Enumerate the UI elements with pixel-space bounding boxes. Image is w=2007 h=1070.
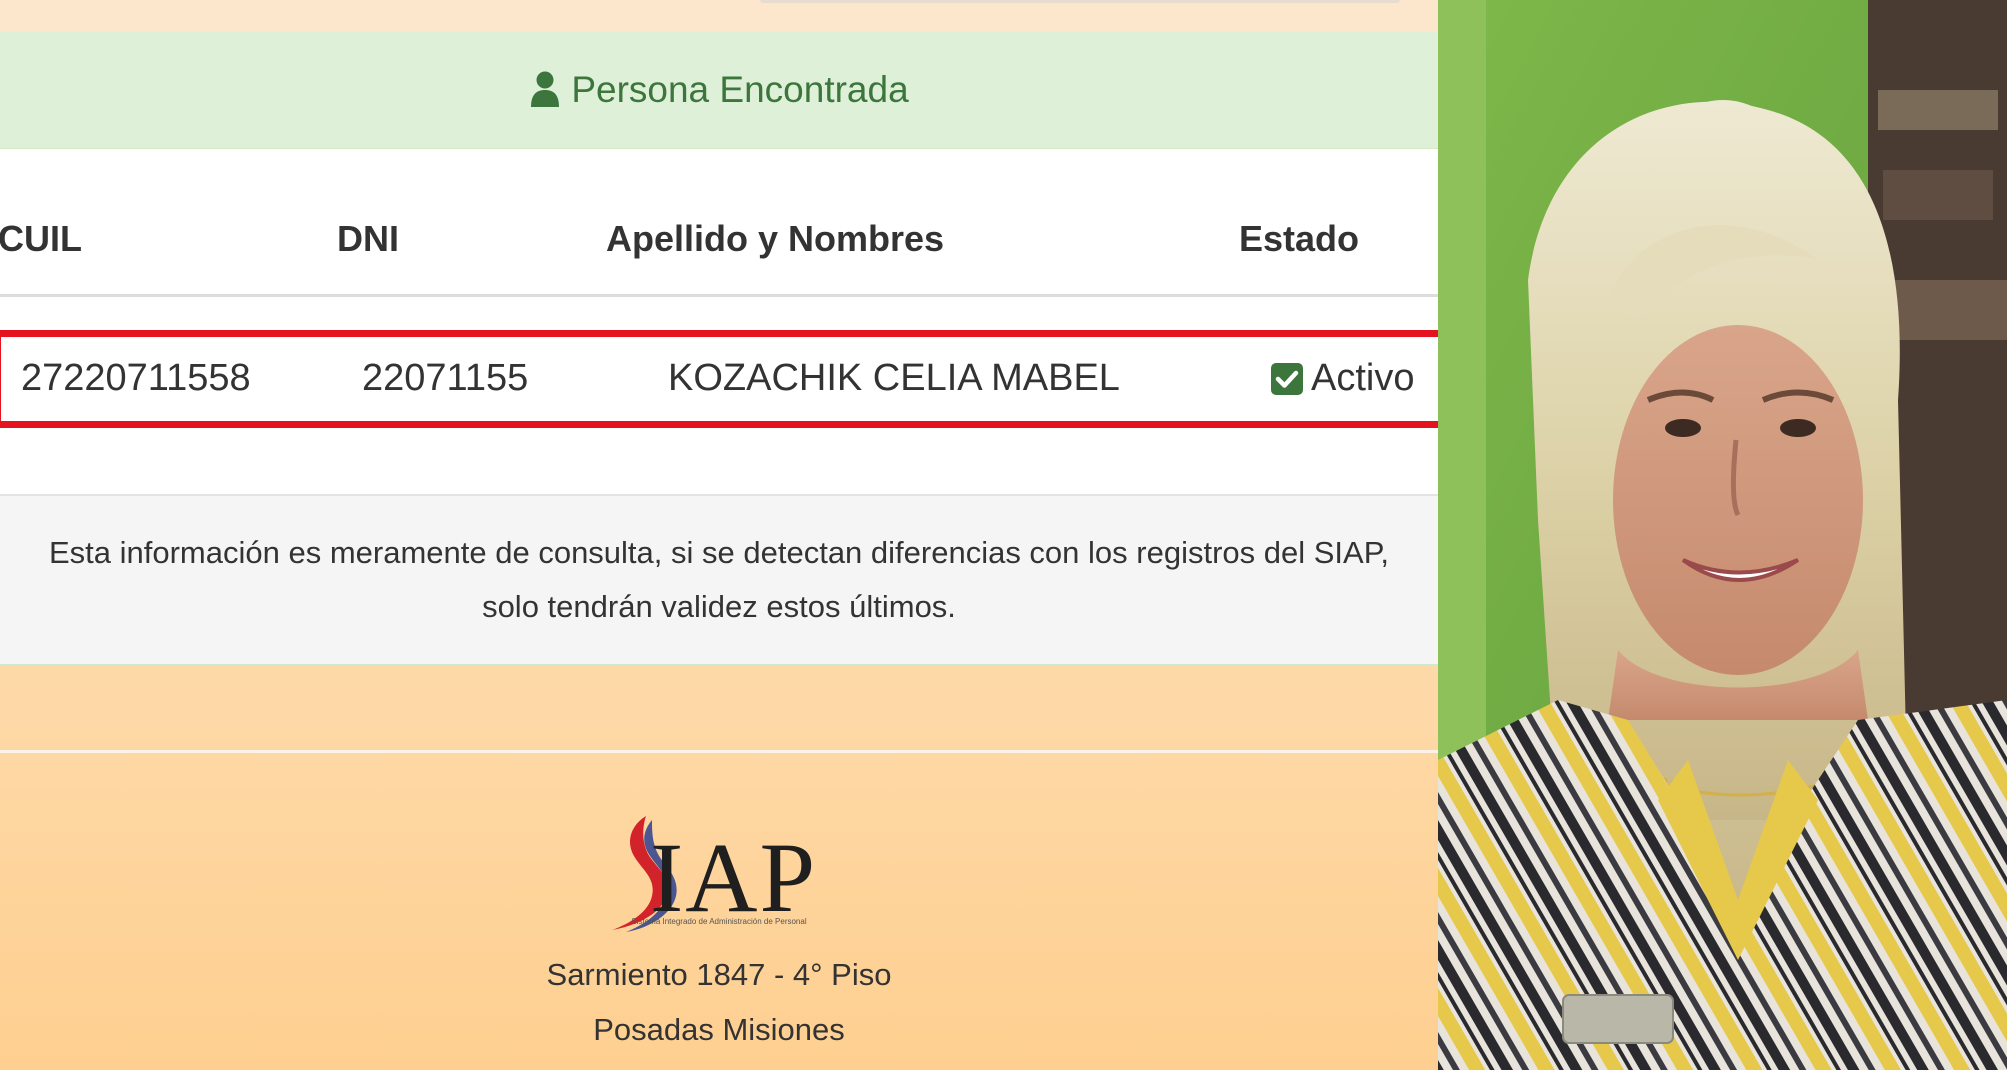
cell-estado: Activo (1311, 357, 1415, 399)
column-header-nombre: Apellido y Nombres (606, 218, 945, 259)
siap-page: Persona Encontrada CUIL DNI Apellido y N… (0, 0, 1438, 1070)
notice-footer: Esta información es meramente de consult… (0, 494, 1438, 666)
table-header-divider (0, 294, 1438, 297)
cell-nombre: KOZACHIK CELIA MABEL (668, 357, 1120, 399)
check-square-icon (1271, 363, 1303, 395)
result-panel: Persona Encontrada CUIL DNI Apellido y N… (0, 32, 1438, 666)
notice-line-2: solo tendrán validez estos últimos. (482, 589, 956, 624)
notice-line-1: Esta información es meramente de consult… (48, 535, 1389, 570)
column-header-estado: Estado (1239, 218, 1360, 259)
top-strip (0, 0, 1438, 32)
portrait-photo: Marina (1438, 0, 2007, 1070)
cell-cuil: 27220711558 (21, 357, 251, 399)
siap-logo-tagline: Sistema Integrado de Administración de P… (631, 917, 807, 926)
footer-address: Sarmiento 1847 - 4° Piso (546, 957, 892, 992)
footer-divider (0, 750, 1438, 753)
column-header-cuil: CUIL (0, 218, 82, 259)
footer-city: Posadas Misiones (593, 1012, 845, 1047)
column-header-dni: DNI (337, 218, 399, 259)
search-box-edge (760, 0, 1400, 3)
panel-heading-text: Persona Encontrada (571, 69, 909, 110)
user-icon (531, 71, 560, 107)
panel-heading: Persona Encontrada (0, 32, 1438, 149)
cell-dni: 22071155 (362, 357, 529, 399)
